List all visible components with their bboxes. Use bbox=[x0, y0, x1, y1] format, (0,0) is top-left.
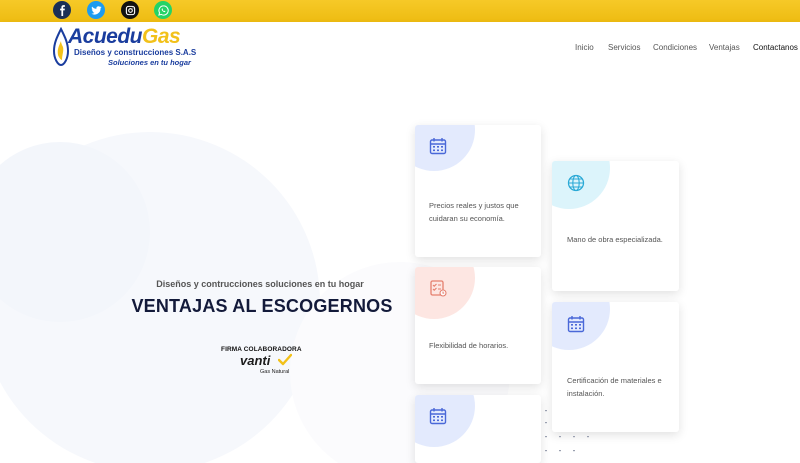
card-text: Mano de obra especializada. bbox=[567, 235, 663, 244]
top-bar bbox=[0, 0, 800, 22]
partner-brand-sub: Gas Natural bbox=[260, 369, 290, 375]
facebook-icon[interactable] bbox=[53, 1, 71, 19]
nav-item-contactanos[interactable]: Contactanos bbox=[753, 43, 798, 52]
card-text: Flexibilidad de horarios. bbox=[429, 341, 509, 350]
twitter-icon[interactable] bbox=[87, 1, 105, 19]
logo-name: AcueduGas bbox=[68, 25, 181, 48]
partner-label: FIRMA COLABORADORA bbox=[221, 346, 302, 353]
vanti-logo: vanti bbox=[240, 353, 271, 368]
dots-decoration bbox=[545, 410, 589, 452]
logo[interactable]: AcueduGas Diseños y construcciones S.A.S… bbox=[52, 25, 202, 71]
section-subtitle: Diseños y contrucciones soluciones en tu… bbox=[156, 279, 364, 289]
logo-subtitle: Diseños y construcciones S.A.S bbox=[74, 48, 197, 57]
logo-tagline: Soluciones en tu hogar bbox=[108, 58, 191, 67]
nav-item-condiciones[interactable]: Condiciones bbox=[653, 43, 697, 52]
advantages-section bbox=[0, 72, 800, 463]
partner-badge: FIRMA COLABORADORA vanti Gas Natural bbox=[218, 345, 306, 381]
calendar-icon bbox=[429, 138, 447, 155]
card-text: Certificación de materiales e instalació… bbox=[567, 376, 662, 398]
advantage-card: Precios reales y justos que cuidaran su … bbox=[415, 125, 541, 257]
advantage-card bbox=[415, 395, 541, 463]
nav-item-ventajas[interactable]: Ventajas bbox=[709, 43, 740, 52]
section-title: VENTAJAS AL ESCOGERNOS bbox=[131, 296, 393, 316]
advantage-card: Flexibilidad de horarios. bbox=[415, 267, 541, 384]
advantage-card: Mano de obra especializada. bbox=[552, 161, 679, 291]
checklist-icon bbox=[430, 280, 447, 297]
card-text: Precios reales y justos que cuidaran su … bbox=[429, 201, 519, 223]
globe-icon bbox=[567, 174, 585, 192]
check-icon bbox=[278, 353, 292, 366]
nav-item-servicios[interactable]: Servicios bbox=[608, 43, 640, 52]
calendar-icon bbox=[567, 316, 585, 333]
instagram-icon[interactable] bbox=[121, 1, 139, 19]
background-decoration bbox=[0, 132, 510, 463]
nav-item-inicio[interactable]: Inicio bbox=[575, 43, 594, 52]
whatsapp-icon[interactable] bbox=[154, 1, 172, 19]
calendar-icon bbox=[429, 408, 447, 425]
